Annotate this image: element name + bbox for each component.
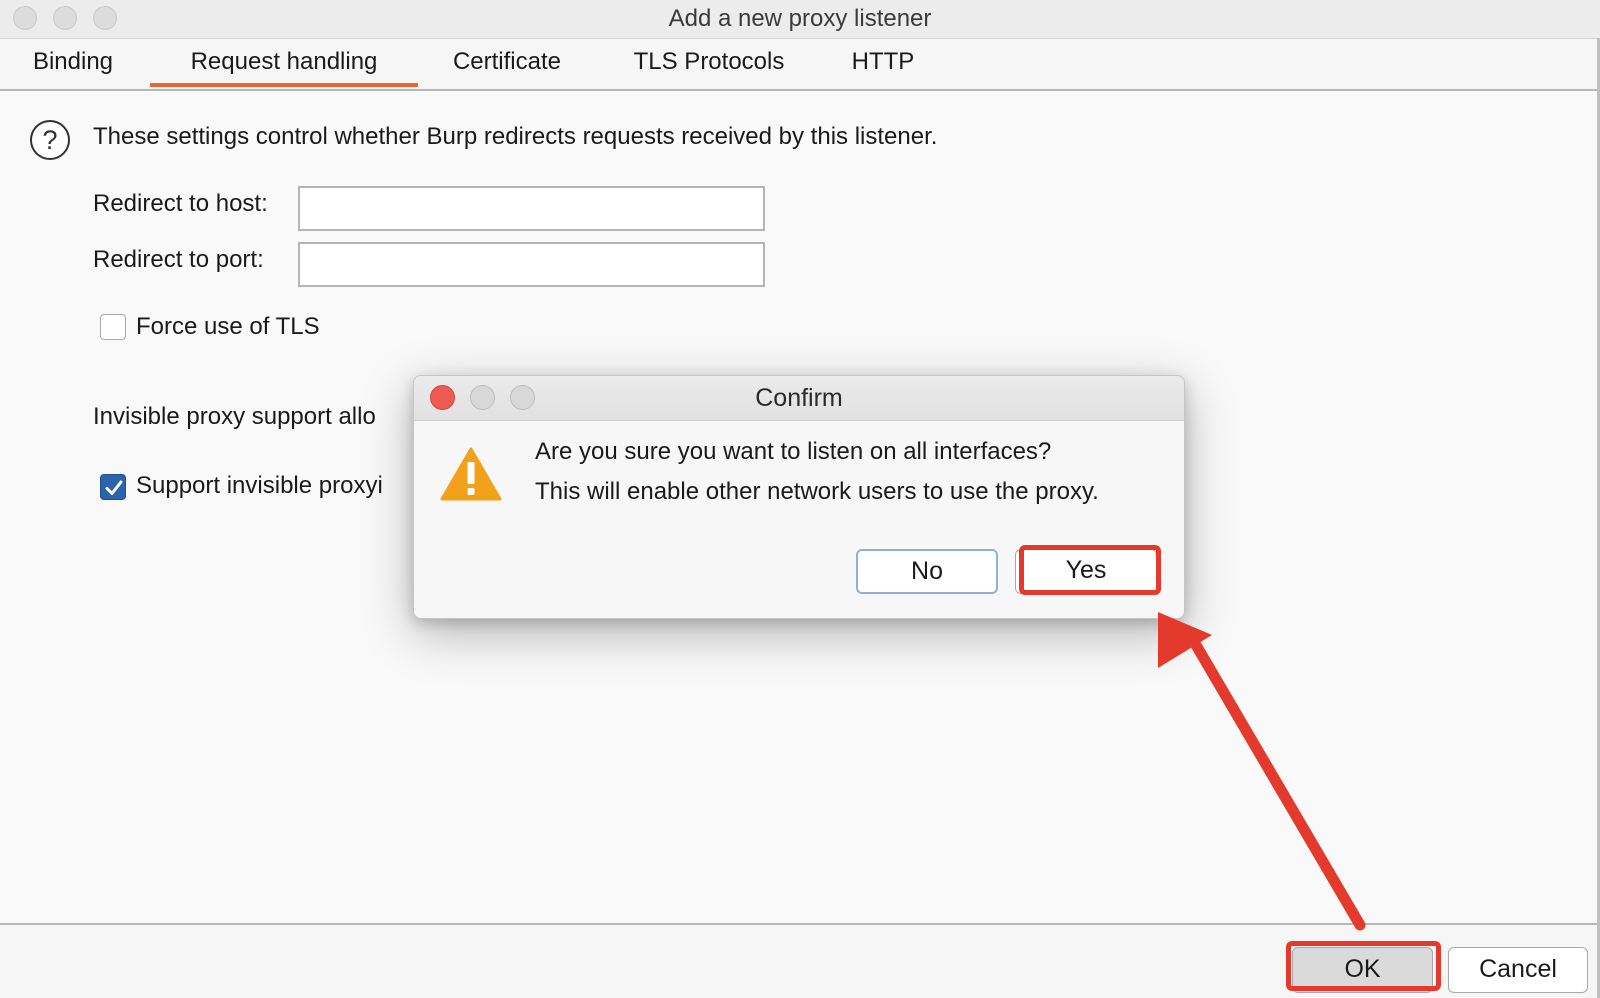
arrow-shaft (1190, 639, 1366, 931)
annotation-arrow (1158, 612, 1366, 931)
